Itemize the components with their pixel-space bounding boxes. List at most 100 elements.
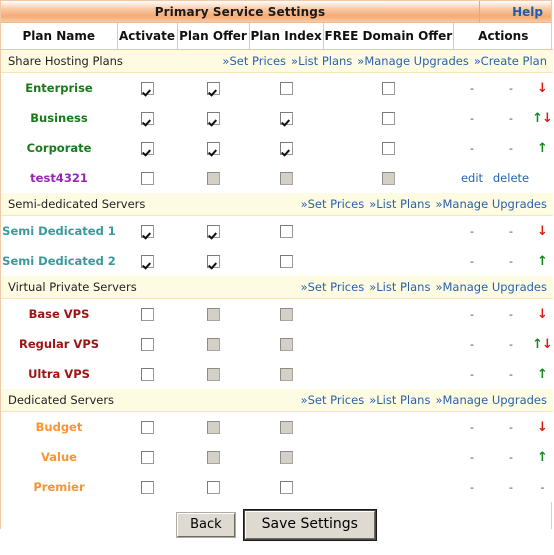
- free-domain-offer-checkbox: [381, 171, 395, 185]
- plan-offer-checkbox[interactable]: [206, 141, 220, 155]
- action-secondary-cell: -: [491, 442, 531, 472]
- move-down-arrow-icon[interactable]: ↓: [537, 224, 548, 239]
- activate-checkbox[interactable]: [140, 254, 154, 268]
- plan-offer-cell: [177, 133, 249, 163]
- section-link-2[interactable]: »Manage Upgrades: [435, 197, 547, 211]
- move-down-arrow-icon[interactable]: ↓: [537, 81, 548, 96]
- move-down-arrow-icon[interactable]: ↓: [537, 307, 548, 322]
- plan-index-checkbox: [279, 420, 293, 434]
- activate-checkbox[interactable]: [140, 224, 154, 238]
- reorder-cell: ↑↓: [531, 329, 553, 359]
- activate-checkbox[interactable]: [140, 111, 154, 125]
- action-primary-cell: -: [453, 411, 491, 442]
- activate-checkbox[interactable]: [140, 141, 154, 155]
- free-domain-offer-checkbox[interactable]: [381, 81, 395, 95]
- move-up-arrow-icon[interactable]: ↑: [532, 337, 543, 352]
- move-up-arrow-icon[interactable]: ↑: [532, 111, 543, 126]
- plan-offer-checkbox[interactable]: [206, 480, 220, 494]
- section-link-1[interactable]: »List Plans: [369, 280, 430, 294]
- plan-index-checkbox[interactable]: [279, 111, 293, 125]
- help-cell: Help: [479, 1, 551, 22]
- table-row: Semi Dedicated 2 - - ↑: [1, 246, 553, 276]
- table-row: Semi Dedicated 1 - - ↓: [1, 215, 553, 246]
- delete-link[interactable]: delete: [493, 171, 529, 185]
- edit-link-placeholder: -: [470, 420, 474, 434]
- delete-link-placeholder: -: [509, 141, 513, 155]
- action-primary-cell: -: [453, 472, 491, 502]
- free-domain-offer-cell: [323, 298, 453, 329]
- plan-index-checkbox[interactable]: [279, 224, 293, 238]
- plan-index-checkbox: [279, 367, 293, 381]
- action-secondary-cell: -: [491, 103, 531, 133]
- activate-checkbox[interactable]: [140, 450, 154, 464]
- plan-index-checkbox[interactable]: [279, 81, 293, 95]
- plan-offer-cell: [177, 411, 249, 442]
- plan-offer-checkbox: [206, 450, 220, 464]
- section-link-2[interactable]: »Manage Upgrades: [435, 393, 547, 407]
- section-link-2[interactable]: »Manage Upgrades: [435, 280, 547, 294]
- plan-index-checkbox[interactable]: [279, 480, 293, 494]
- section-link-2[interactable]: »Manage Upgrades: [357, 54, 469, 68]
- plan-offer-checkbox[interactable]: [206, 111, 220, 125]
- plan-name: test4321: [1, 163, 117, 193]
- section-link-1[interactable]: »List Plans: [369, 393, 430, 407]
- plan-index-cell: [249, 133, 323, 163]
- delete-link-placeholder: -: [509, 450, 513, 464]
- move-down-arrow-icon[interactable]: ↓: [542, 337, 553, 352]
- move-up-arrow-icon[interactable]: ↑: [537, 450, 548, 465]
- section-link-3[interactable]: »Create Plan: [474, 54, 547, 68]
- section-links: »Set Prices »List Plans »Manage Upgrades: [296, 197, 547, 211]
- column-header-plan-index: Plan Index: [249, 23, 324, 50]
- section-link-0[interactable]: »Set Prices: [301, 197, 365, 211]
- plan-offer-checkbox: [206, 307, 220, 321]
- activate-checkbox[interactable]: [140, 337, 154, 351]
- activate-checkbox[interactable]: [140, 480, 154, 494]
- section-link-0[interactable]: »Set Prices: [301, 280, 365, 294]
- plan-name: Semi Dedicated 2: [1, 246, 117, 276]
- column-header-activate: Activate: [117, 23, 178, 50]
- plans-table: Plan Name Activate Plan Offer Plan Index…: [1, 23, 553, 502]
- section-title: Semi-dedicated Servers: [8, 197, 146, 211]
- table-row: Premier - - -: [1, 472, 553, 502]
- activate-checkbox[interactable]: [140, 81, 154, 95]
- activate-checkbox[interactable]: [140, 420, 154, 434]
- plan-index-checkbox: [279, 337, 293, 351]
- plan-index-cell: [249, 246, 323, 276]
- plan-offer-checkbox[interactable]: [206, 224, 220, 238]
- plan-offer-cell: [177, 163, 249, 193]
- section-link-0[interactable]: »Set Prices: [301, 393, 365, 407]
- section-link-0[interactable]: »Set Prices: [222, 54, 286, 68]
- column-header-actions: Actions: [453, 23, 553, 50]
- save-settings-button[interactable]: Save Settings: [244, 511, 375, 539]
- section-links: »Set Prices »List Plans »Manage Upgrades »C…: [217, 54, 547, 68]
- plan-index-cell: [249, 442, 323, 472]
- edit-link[interactable]: edit: [461, 171, 483, 185]
- delete-link-placeholder: -: [509, 367, 513, 381]
- table-row: Business - - ↑↓: [1, 103, 553, 133]
- free-domain-offer-checkbox[interactable]: [381, 111, 395, 125]
- move-up-arrow-icon[interactable]: ↑: [537, 367, 548, 382]
- free-domain-offer-checkbox[interactable]: [381, 141, 395, 155]
- plan-offer-checkbox[interactable]: [206, 81, 220, 95]
- plan-index-checkbox[interactable]: [279, 254, 293, 268]
- plan-index-cell: [249, 72, 323, 103]
- move-down-arrow-icon[interactable]: ↓: [542, 111, 553, 126]
- plan-index-checkbox[interactable]: [279, 141, 293, 155]
- move-up-arrow-icon[interactable]: ↑: [537, 141, 548, 156]
- plan-name: Base VPS: [1, 298, 117, 329]
- activate-checkbox[interactable]: [140, 307, 154, 321]
- section-header-row: Virtual Private Servers »Set Prices »List …: [1, 276, 553, 299]
- move-up-arrow-icon[interactable]: ↑: [537, 254, 548, 269]
- section-link-1[interactable]: »List Plans: [291, 54, 352, 68]
- activate-cell: [117, 442, 177, 472]
- section-link-1[interactable]: »List Plans: [369, 197, 430, 211]
- back-button[interactable]: Back: [177, 512, 235, 538]
- move-down-arrow-icon[interactable]: ↓: [537, 420, 548, 435]
- action-secondary-cell: -: [491, 246, 531, 276]
- edit-link-placeholder: -: [470, 224, 474, 238]
- plan-offer-checkbox[interactable]: [206, 254, 220, 268]
- activate-checkbox[interactable]: [140, 367, 154, 381]
- activate-checkbox[interactable]: [140, 171, 154, 185]
- reorder-cell: ↑: [531, 246, 553, 276]
- help-link[interactable]: Help: [512, 5, 543, 19]
